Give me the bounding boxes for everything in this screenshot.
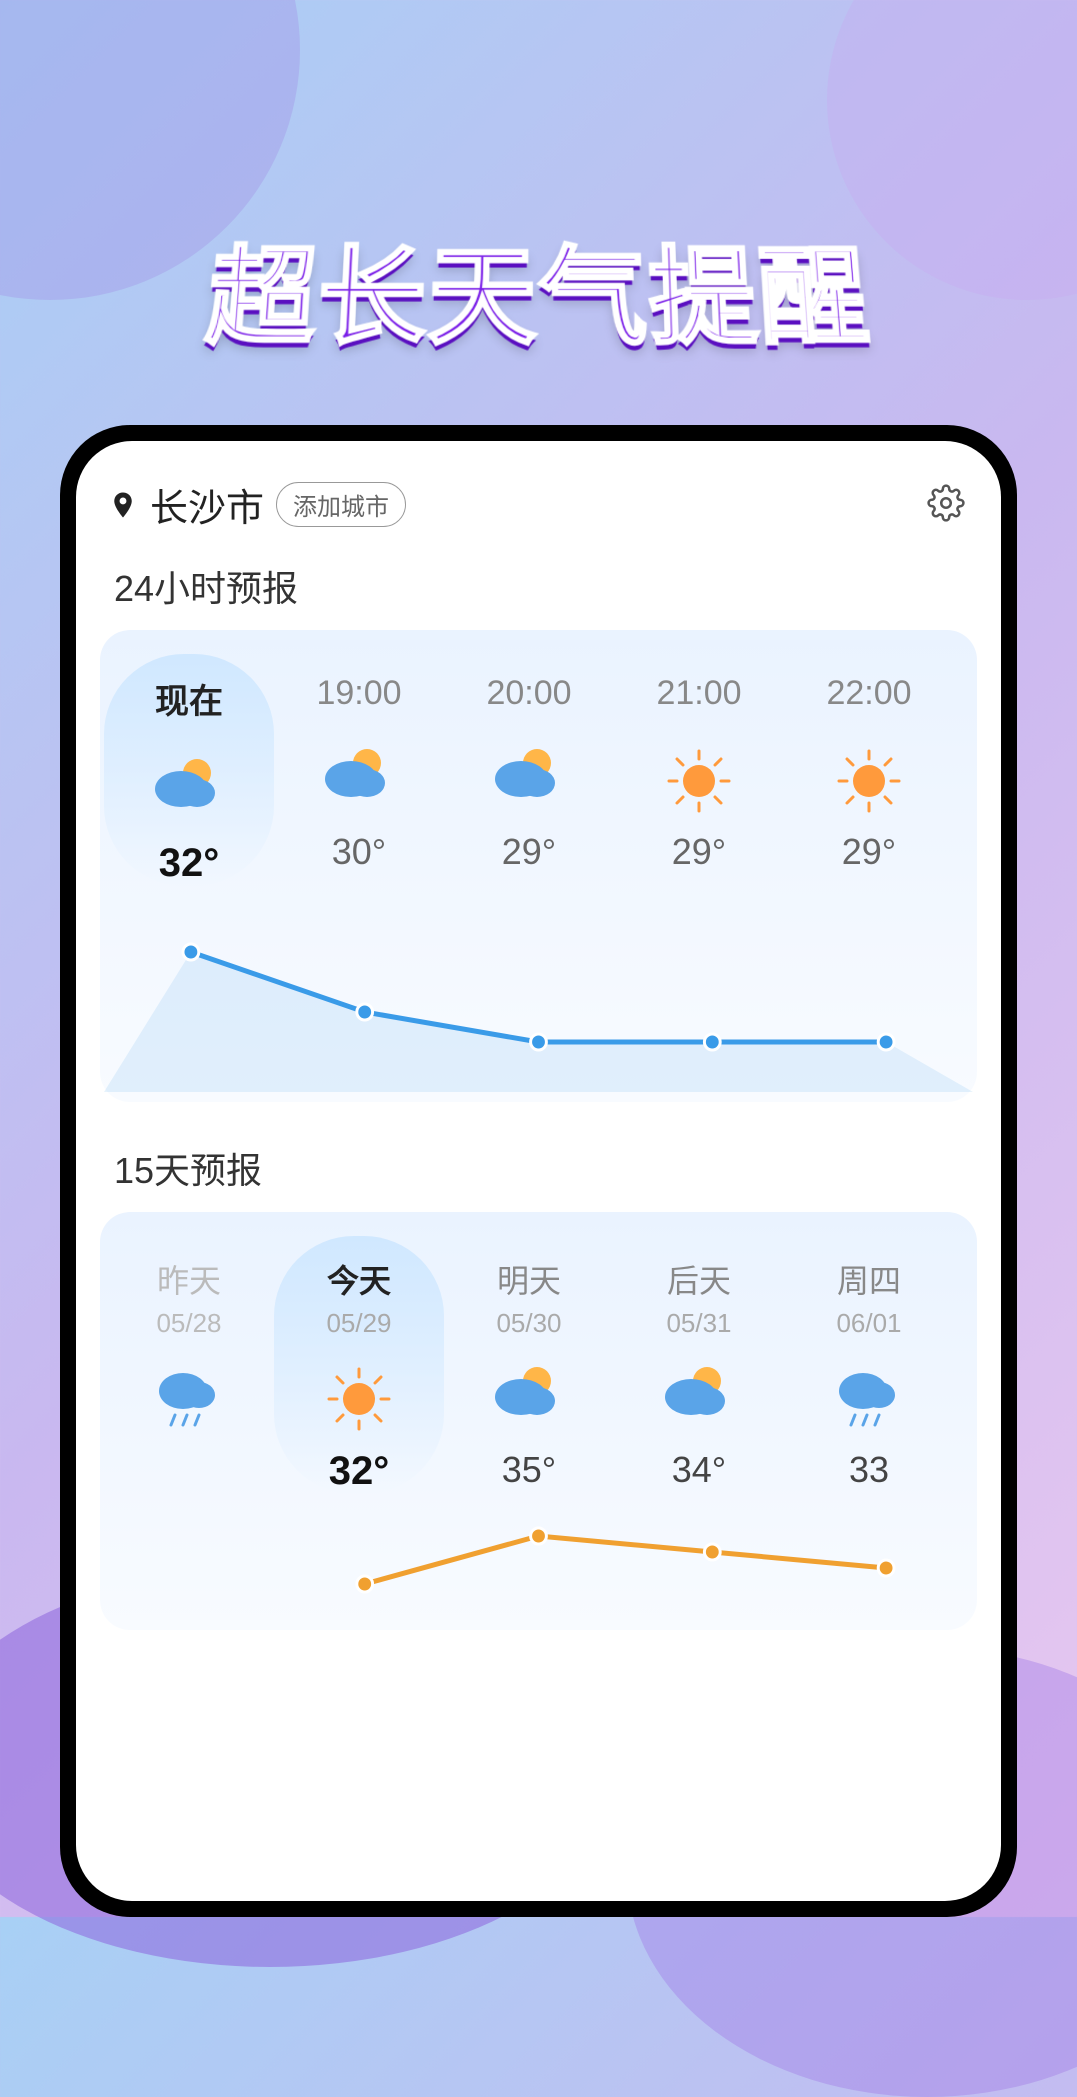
day-name-label: 今天: [327, 1256, 391, 1302]
daily-column[interactable]: 周四 06/01 33: [784, 1236, 954, 1494]
partly_cloudy-icon: [663, 1363, 735, 1435]
sunny-icon: [663, 745, 735, 817]
hour-temp-label: 30°: [332, 831, 386, 873]
daily-column[interactable]: 后天 05/31 34°: [614, 1236, 784, 1494]
promo-banner-text: 超长天气提醒: [0, 213, 1077, 366]
sunny-icon: [833, 745, 905, 817]
hour-time-label: 20:00: [486, 674, 571, 713]
day-name-label: 明天: [497, 1256, 561, 1302]
partly_cloudy-icon: [153, 755, 225, 827]
hourly-forecast-card[interactable]: 现在 32° 19:00 30° 20:00 29° 21:00 29° 22:00 29°: [100, 630, 977, 1102]
add-city-button[interactable]: 添加城市: [276, 482, 406, 527]
hourly-column[interactable]: 22:00 29°: [784, 654, 954, 886]
gear-icon: [927, 484, 965, 522]
day-date-label: 06/01: [836, 1308, 901, 1339]
daily-section-title: 15天预报: [100, 1142, 977, 1212]
hour-time-label: 21:00: [656, 674, 741, 713]
app-header: 长沙市 添加城市: [100, 477, 977, 560]
daily-forecast-card[interactable]: 昨天 05/28 今天 05/29 32° 明天 05/30 35° 后天 05/31 34° 周四 0…: [100, 1212, 977, 1630]
settings-button[interactable]: [923, 480, 969, 529]
phone-frame: 长沙市 添加城市 24小时预报 现在32°19:0030°20:0029°21:…: [60, 425, 1017, 1917]
partly_cloudy-icon: [493, 1363, 565, 1435]
day-date-label: 05/30: [496, 1308, 561, 1339]
day-temp-label: 34°: [672, 1449, 726, 1491]
daily-column[interactable]: 今天 05/29 32°: [274, 1236, 444, 1494]
hour-temp-label: 29°: [842, 831, 896, 873]
daily-column[interactable]: 明天 05/30 35°: [444, 1236, 614, 1494]
day-date-label: 05/28: [156, 1308, 221, 1339]
sunny-icon: [323, 1363, 395, 1435]
hourly-column[interactable]: 20:00 29°: [444, 654, 614, 886]
hour-time-label: 现在: [155, 674, 223, 723]
location-pin-icon: [108, 490, 138, 520]
day-temp-label: 32°: [329, 1449, 390, 1494]
day-temp-label: 35°: [502, 1449, 556, 1491]
hourly-column[interactable]: 21:00 29°: [614, 654, 784, 886]
city-name[interactable]: 长沙市: [150, 477, 264, 532]
partly_cloudy-icon: [323, 745, 395, 817]
hour-time-label: 22:00: [826, 674, 911, 713]
hour-temp-label: 29°: [502, 831, 556, 873]
day-date-label: 05/31: [666, 1308, 731, 1339]
day-name-label: 周四: [837, 1256, 901, 1302]
day-date-label: 05/29: [326, 1308, 391, 1339]
hourly-column[interactable]: 现在 32°: [104, 654, 274, 886]
day-name-label: 昨天: [157, 1256, 221, 1302]
daily-column[interactable]: 昨天 05/28: [104, 1236, 274, 1494]
hour-temp-label: 32°: [159, 841, 220, 886]
hourly-section-title: 24小时预报: [100, 560, 977, 630]
day-temp-label: 33: [849, 1449, 889, 1491]
day-name-label: 后天: [667, 1256, 731, 1302]
hour-time-label: 19:00: [316, 674, 401, 713]
rain-icon: [153, 1363, 225, 1435]
daily-temp-chart: [104, 1500, 973, 1620]
partly_cloudy-icon: [493, 745, 565, 817]
hour-temp-label: 29°: [672, 831, 726, 873]
hourly-temp-chart: [104, 892, 973, 1092]
hourly-column[interactable]: 19:00 30°: [274, 654, 444, 886]
rain-icon: [833, 1363, 905, 1435]
phone-screen: 长沙市 添加城市 24小时预报 现在32°19:0030°20:0029°21:…: [76, 441, 1001, 1901]
